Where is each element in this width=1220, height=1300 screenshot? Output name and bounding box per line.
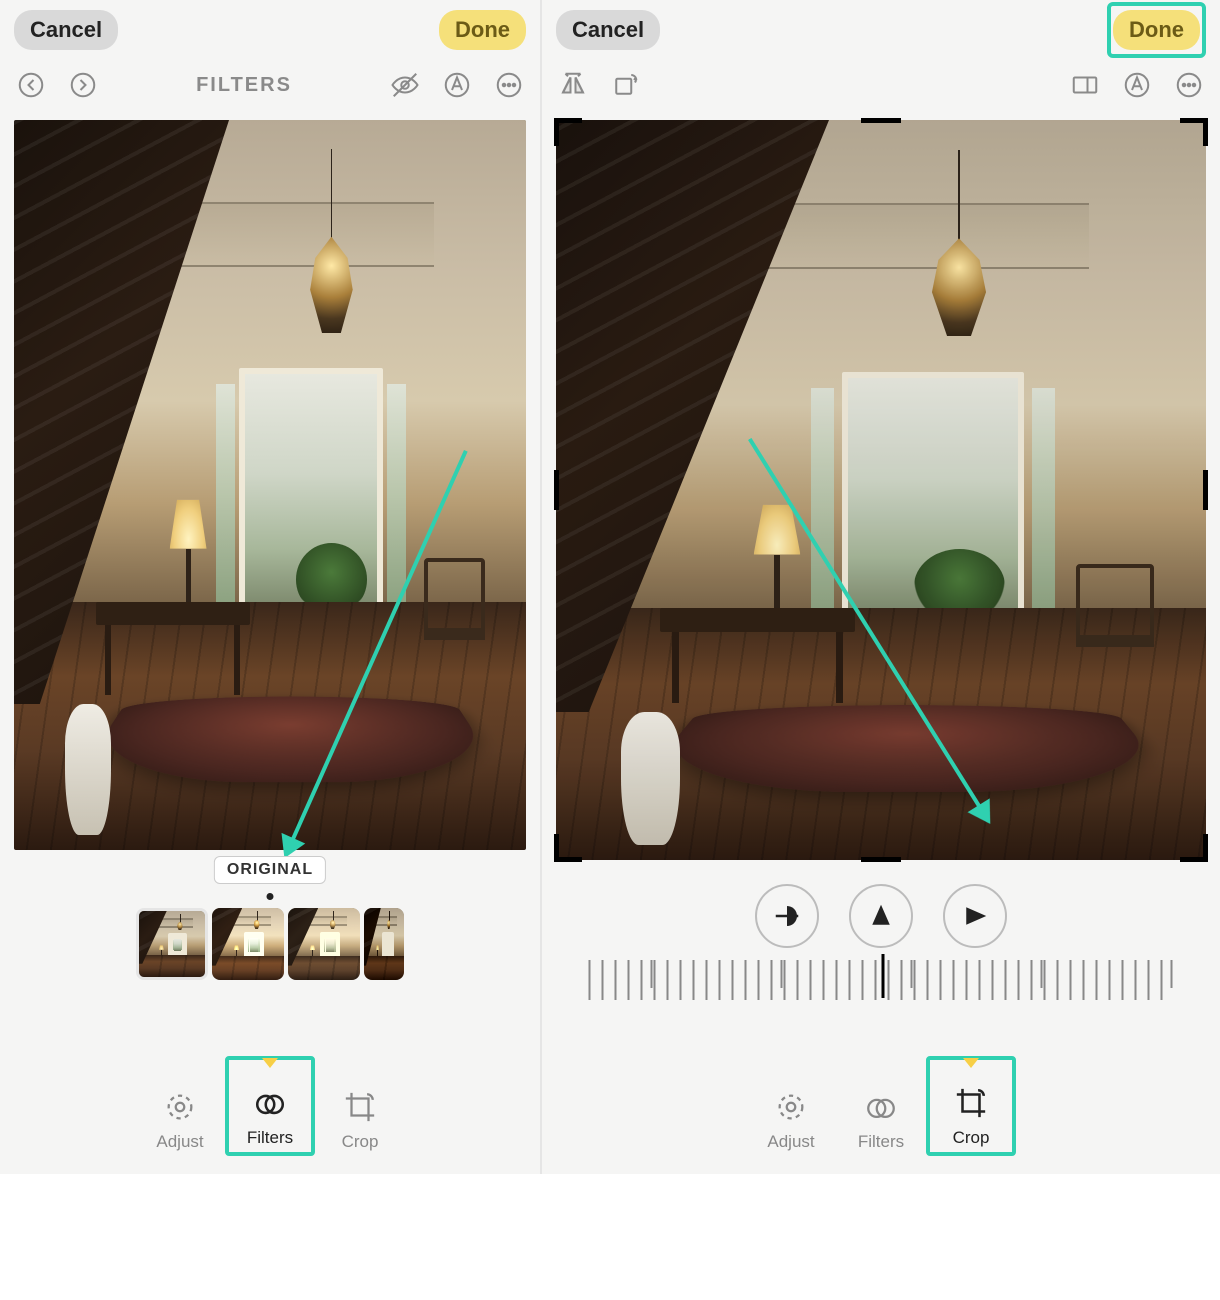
filter-thumb-4[interactable]: [364, 908, 404, 980]
crop-adjust-buttons: [755, 884, 1007, 948]
aspect-ratio-icon[interactable]: [1068, 68, 1102, 102]
more-icon[interactable]: [1172, 68, 1206, 102]
done-button[interactable]: Done: [439, 10, 526, 50]
crop-canvas[interactable]: [556, 120, 1206, 860]
mode-tabbar: Adjust Filters Crop: [0, 1056, 540, 1156]
tab-adjust-label: Adjust: [767, 1132, 814, 1152]
photo-preview: [556, 120, 1206, 860]
tab-crop-label: Crop: [342, 1132, 379, 1152]
tab-filters-label: Filters: [247, 1128, 293, 1148]
rotation-ruler[interactable]: [589, 960, 1174, 1000]
current-filter-label: ORIGINAL: [214, 856, 326, 884]
filter-thumb-3[interactable]: [288, 908, 360, 980]
visibility-off-icon[interactable]: [388, 68, 422, 102]
tab-crop[interactable]: Crop: [315, 1056, 405, 1156]
secondary-toolbar: [542, 60, 1220, 110]
markup-icon[interactable]: [1120, 68, 1154, 102]
crop-handle-bottom-left[interactable]: [554, 832, 584, 862]
crop-handle-bottom-right[interactable]: [1178, 832, 1208, 862]
crop-handle-top-left[interactable]: [554, 118, 584, 148]
crop-handle-right[interactable]: [1202, 470, 1208, 510]
flip-horizontal-icon[interactable]: [556, 68, 590, 102]
tab-adjust-label: Adjust: [156, 1132, 203, 1152]
cancel-button[interactable]: Cancel: [556, 10, 660, 50]
horizontal-perspective-button[interactable]: [943, 884, 1007, 948]
tab-filters[interactable]: Filters: [836, 1056, 926, 1156]
mode-title: FILTERS: [118, 74, 370, 97]
mode-tabbar: Adjust Filters Crop: [542, 1056, 1220, 1156]
tab-adjust[interactable]: Adjust: [135, 1056, 225, 1156]
filter-thumbnails: [136, 908, 404, 982]
filters-editor-panel: Cancel Done FILTERS ORIGINAL: [0, 0, 540, 1174]
more-icon[interactable]: [492, 68, 526, 102]
done-button[interactable]: Done: [1113, 10, 1200, 50]
straighten-button[interactable]: [755, 884, 819, 948]
crop-handle-left[interactable]: [554, 470, 560, 510]
undo-icon[interactable]: [14, 68, 48, 102]
tab-filters-label: Filters: [858, 1132, 904, 1152]
markup-icon[interactable]: [440, 68, 474, 102]
pager-dot: [267, 893, 274, 900]
filter-thumb-2[interactable]: [212, 908, 284, 980]
crop-handle-bottom[interactable]: [861, 856, 901, 862]
tab-adjust[interactable]: Adjust: [746, 1056, 836, 1156]
top-bar: Cancel Done: [0, 0, 540, 60]
tab-crop-label: Crop: [953, 1128, 990, 1148]
active-indicator-icon: [262, 1058, 278, 1068]
tab-crop[interactable]: Crop: [926, 1056, 1016, 1156]
photo-canvas[interactable]: ORIGINAL: [14, 120, 526, 850]
secondary-toolbar: FILTERS: [0, 60, 540, 110]
crop-handle-top[interactable]: [861, 118, 901, 124]
redo-icon[interactable]: [66, 68, 100, 102]
crop-editor-panel: Cancel Done: [540, 0, 1220, 1174]
tab-filters[interactable]: Filters: [225, 1056, 315, 1156]
rotate-icon[interactable]: [608, 68, 642, 102]
filter-thumb-original[interactable]: [136, 908, 208, 980]
cancel-button[interactable]: Cancel: [14, 10, 118, 50]
done-highlight: Done: [1107, 2, 1206, 58]
top-bar: Cancel Done: [542, 0, 1220, 60]
crop-handle-top-right[interactable]: [1178, 118, 1208, 148]
active-indicator-icon: [963, 1058, 979, 1068]
vertical-perspective-button[interactable]: [849, 884, 913, 948]
